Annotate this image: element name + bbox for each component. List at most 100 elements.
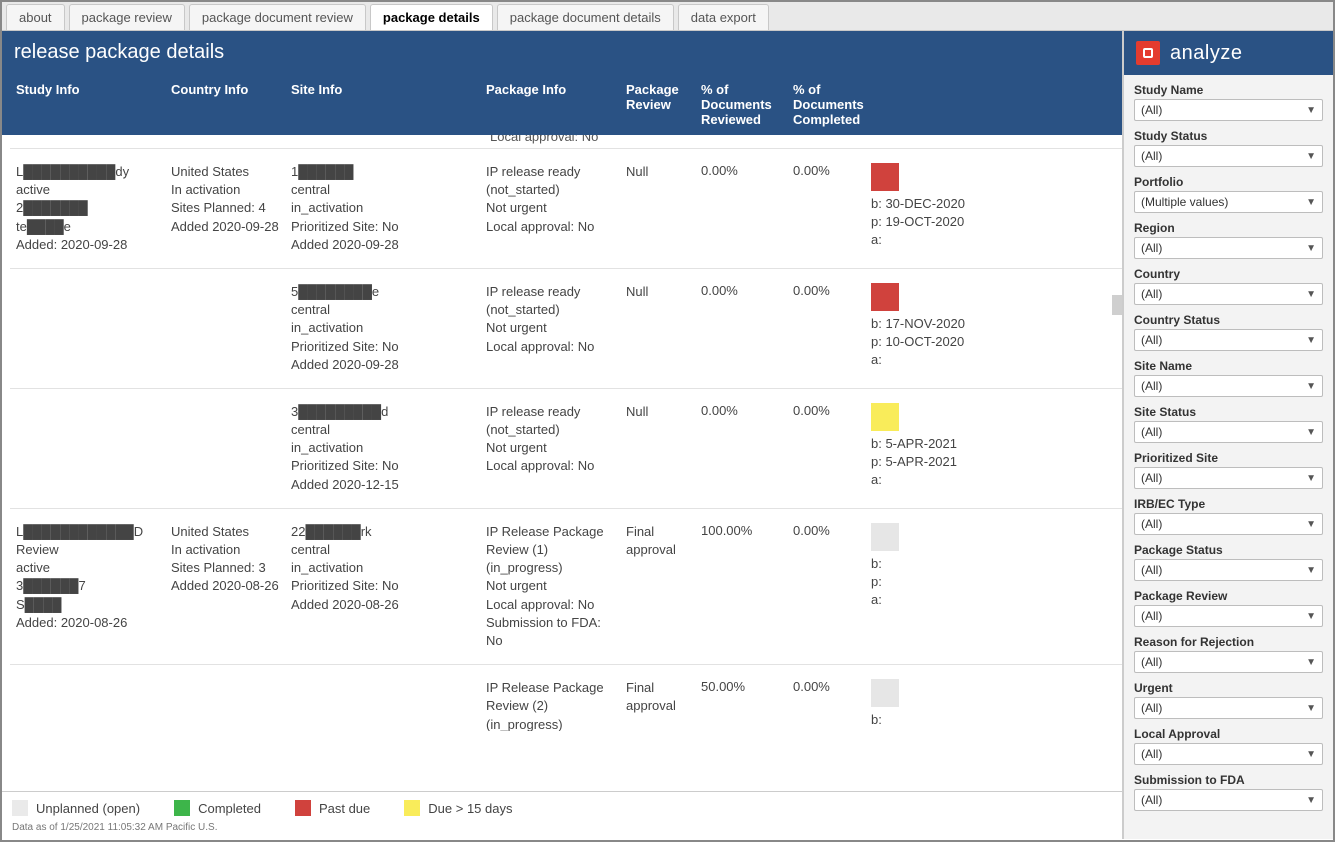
cell-study xyxy=(10,283,165,374)
filter-label: Submission to FDA xyxy=(1134,773,1323,787)
legend-swatch-completed xyxy=(174,800,190,816)
filter-label: Urgent xyxy=(1134,681,1323,695)
filter-select[interactable]: (All)▼ xyxy=(1134,559,1323,581)
table-rows[interactable]: Local approval: No L██████████dy active … xyxy=(2,135,1122,731)
legend-swatch-due15 xyxy=(404,800,420,816)
col-pct-completed[interactable]: % of Documents Completed xyxy=(787,82,865,127)
legend-swatch-open xyxy=(12,800,28,816)
chevron-down-icon: ▼ xyxy=(1306,151,1316,162)
filter-select[interactable]: (All) ▼ xyxy=(1134,467,1323,489)
filter-select[interactable]: (All) ▼ xyxy=(1134,145,1323,167)
chevron-down-icon: ▼ xyxy=(1306,611,1316,622)
filter-select[interactable]: (All)▼ xyxy=(1134,605,1323,627)
cell-site: 1██████ central in_activation Prioritize… xyxy=(285,163,480,254)
col-pct-reviewed[interactable]: % of Documents Reviewed xyxy=(695,82,787,127)
table-row[interactable]: L██████████dy active 2███████ te████e Ad… xyxy=(10,149,1122,269)
status-indicator xyxy=(871,523,899,551)
cell-review: Final approval xyxy=(620,523,695,650)
tab-package-document-details[interactable]: package document details xyxy=(497,4,674,30)
filter-select[interactable]: (All) ▼ xyxy=(1134,99,1323,121)
col-review[interactable]: Package Review xyxy=(620,82,695,127)
chevron-down-icon: ▼ xyxy=(1306,519,1316,530)
tab-about[interactable]: about xyxy=(6,4,65,30)
filter-label: Region xyxy=(1134,221,1323,235)
cell-pct-reviewed: 0.00% xyxy=(695,283,787,374)
table-row[interactable]: IP Release Package Review (2) (in_progre… xyxy=(10,665,1122,731)
col-package[interactable]: Package Info xyxy=(480,82,620,127)
legend-open: Unplanned (open) xyxy=(36,801,140,816)
cell-status: b: 30-DEC-2020 p: 19-OCT-2020 a: xyxy=(865,163,975,254)
app-window: aboutpackage reviewpackage document revi… xyxy=(0,0,1335,842)
filter-label: Country Status xyxy=(1134,313,1323,327)
legend-due15: Due > 15 days xyxy=(428,801,512,816)
cell-country: United States In activation Sites Planne… xyxy=(165,163,285,254)
table-row[interactable]: 5████████e central in_activation Priorit… xyxy=(10,269,1122,389)
cell-country xyxy=(165,283,285,374)
filter-select[interactable]: (All)▼ xyxy=(1134,651,1323,673)
brand-title: analyze xyxy=(1170,42,1242,65)
cell-site: 22██████rk central in_activation Priorit… xyxy=(285,523,480,650)
tab-package-details[interactable]: package details xyxy=(370,4,493,30)
filter-label: Portfolio xyxy=(1134,175,1323,189)
filter-package-review: Package Review(All)▼ xyxy=(1134,589,1323,627)
content: release package details Study Info Count… xyxy=(2,31,1333,839)
tab-package-review[interactable]: package review xyxy=(69,4,185,30)
col-study[interactable]: Study Info xyxy=(10,82,165,127)
status-indicator xyxy=(871,163,899,191)
chevron-down-icon: ▼ xyxy=(1306,105,1316,116)
tab-strip: aboutpackage reviewpackage document revi… xyxy=(2,2,1333,31)
main-panel: release package details Study Info Count… xyxy=(2,31,1123,839)
filter-select[interactable]: (All)▼ xyxy=(1134,743,1323,765)
filter-select[interactable]: (Multiple values)▼ xyxy=(1134,191,1323,213)
filters: Study Name(All)▼Study Status(All)▼Portfo… xyxy=(1124,75,1333,827)
filter-submission-to-fda: Submission to FDA (All)▼ xyxy=(1134,773,1323,811)
chevron-down-icon: ▼ xyxy=(1306,289,1316,300)
col-site[interactable]: Site Info xyxy=(285,82,480,127)
filter-value: (All) xyxy=(1141,149,1162,163)
filter-label: Package Status xyxy=(1134,543,1323,557)
filter-select[interactable]: (All)▼ xyxy=(1134,513,1323,535)
filter-portfolio: Portfolio (Multiple values)▼ xyxy=(1134,175,1323,213)
legend: Unplanned (open) Completed Past due Due … xyxy=(2,791,1122,820)
filter-select[interactable]: (All)▼ xyxy=(1134,237,1323,259)
cell-status: b: 17-NOV-2020 p: 10-OCT-2020 a: xyxy=(865,283,975,374)
cell-review: Final approval xyxy=(620,679,695,731)
filter-label: Reason for Rejection xyxy=(1134,635,1323,649)
oracle-icon xyxy=(1136,41,1160,65)
data-as-of: Data as of 1/25/2021 11:05:32 AM Pacific… xyxy=(2,820,1122,839)
tab-data-export[interactable]: data export xyxy=(678,4,769,30)
cell-pct-reviewed: 0.00% xyxy=(695,163,787,254)
filter-select[interactable]: (All)▼ xyxy=(1134,375,1323,397)
tab-package-document-review[interactable]: package document review xyxy=(189,4,366,30)
filter-label: IRB/EC Type xyxy=(1134,497,1323,511)
filter-value: (All) xyxy=(1141,103,1162,117)
cell-site xyxy=(285,679,480,731)
table-row[interactable]: L████████████D Review active 3██████7 S█… xyxy=(10,509,1122,665)
scrollbar[interactable] xyxy=(1112,295,1122,315)
cell-site: 3█████████d central in_activation Priori… xyxy=(285,403,480,494)
legend-completed: Completed xyxy=(198,801,261,816)
filter-select[interactable]: (All)▼ xyxy=(1134,421,1323,443)
filter-label: Study Status xyxy=(1134,129,1323,143)
filter-select[interactable]: (All)▼ xyxy=(1134,697,1323,719)
filter-urgent: Urgent (All)▼ xyxy=(1134,681,1323,719)
status-indicator xyxy=(871,283,899,311)
chevron-down-icon: ▼ xyxy=(1306,473,1316,484)
cell-study: L████████████D Review active 3██████7 S█… xyxy=(10,523,165,650)
filter-value: (All) xyxy=(1141,655,1162,669)
filter-country-status: Country Status (All) ▼ xyxy=(1134,313,1323,351)
filter-value: (All) xyxy=(1141,333,1162,347)
filter-value: (All) xyxy=(1141,701,1162,715)
table-row[interactable]: 3█████████d central in_activation Priori… xyxy=(10,389,1122,509)
status-indicator xyxy=(871,403,899,431)
filter-select[interactable]: (All)▼ xyxy=(1134,283,1323,305)
filter-label: Local Approval xyxy=(1134,727,1323,741)
filter-value: (All) xyxy=(1141,471,1162,485)
filter-select[interactable]: (All) ▼ xyxy=(1134,329,1323,351)
cell-pct-completed: 0.00% xyxy=(787,163,865,254)
filter-value: (All) xyxy=(1141,793,1162,807)
filter-label: Site Name xyxy=(1134,359,1323,373)
filter-select[interactable]: (All)▼ xyxy=(1134,789,1323,811)
chevron-down-icon: ▼ xyxy=(1306,335,1316,346)
col-country[interactable]: Country Info xyxy=(165,82,285,127)
